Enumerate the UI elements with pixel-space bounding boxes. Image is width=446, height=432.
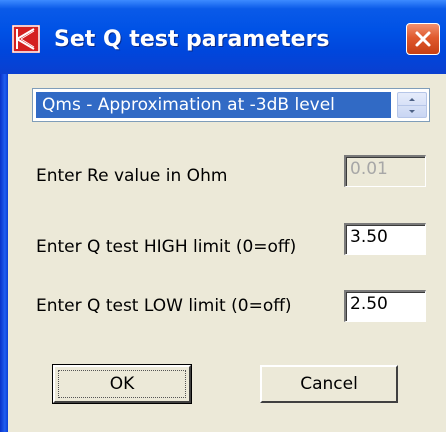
ok-button[interactable]: OK (52, 364, 192, 404)
arrow-down-icon (409, 109, 415, 113)
close-button[interactable] (406, 23, 440, 55)
q-low-limit-label: Enter Q test LOW limit (0=off) (36, 296, 292, 316)
re-value-label: Enter Re value in Ohm (36, 166, 228, 186)
q-mode-select[interactable]: Qms - Approximation at -3dB level (32, 88, 430, 122)
title-bar[interactable]: Set Q test parameters (0, 0, 446, 74)
window-title: Set Q test parameters (54, 27, 330, 52)
q-low-limit-field[interactable]: 2.50 (344, 290, 426, 322)
ok-button-focus-ring (58, 370, 186, 398)
q-high-limit-label: Enter Q test HIGH limit (0=off) (36, 237, 297, 257)
window-left-border (0, 74, 8, 432)
dialog-window: Set Q test parameters Qms - Approximatio… (0, 0, 446, 432)
q-mode-spinner[interactable] (397, 92, 427, 118)
spin-down-button[interactable] (398, 105, 426, 117)
cancel-button[interactable]: Cancel (260, 365, 398, 403)
q-mode-selected-value: Qms - Approximation at -3dB level (36, 92, 391, 118)
app-logo-icon (12, 25, 40, 53)
arrow-up-icon (409, 97, 415, 101)
close-icon (415, 31, 431, 47)
cancel-button-label: Cancel (300, 374, 358, 394)
re-value-field[interactable]: 0.01 (344, 155, 426, 187)
q-high-limit-field[interactable]: 3.50 (344, 223, 426, 255)
